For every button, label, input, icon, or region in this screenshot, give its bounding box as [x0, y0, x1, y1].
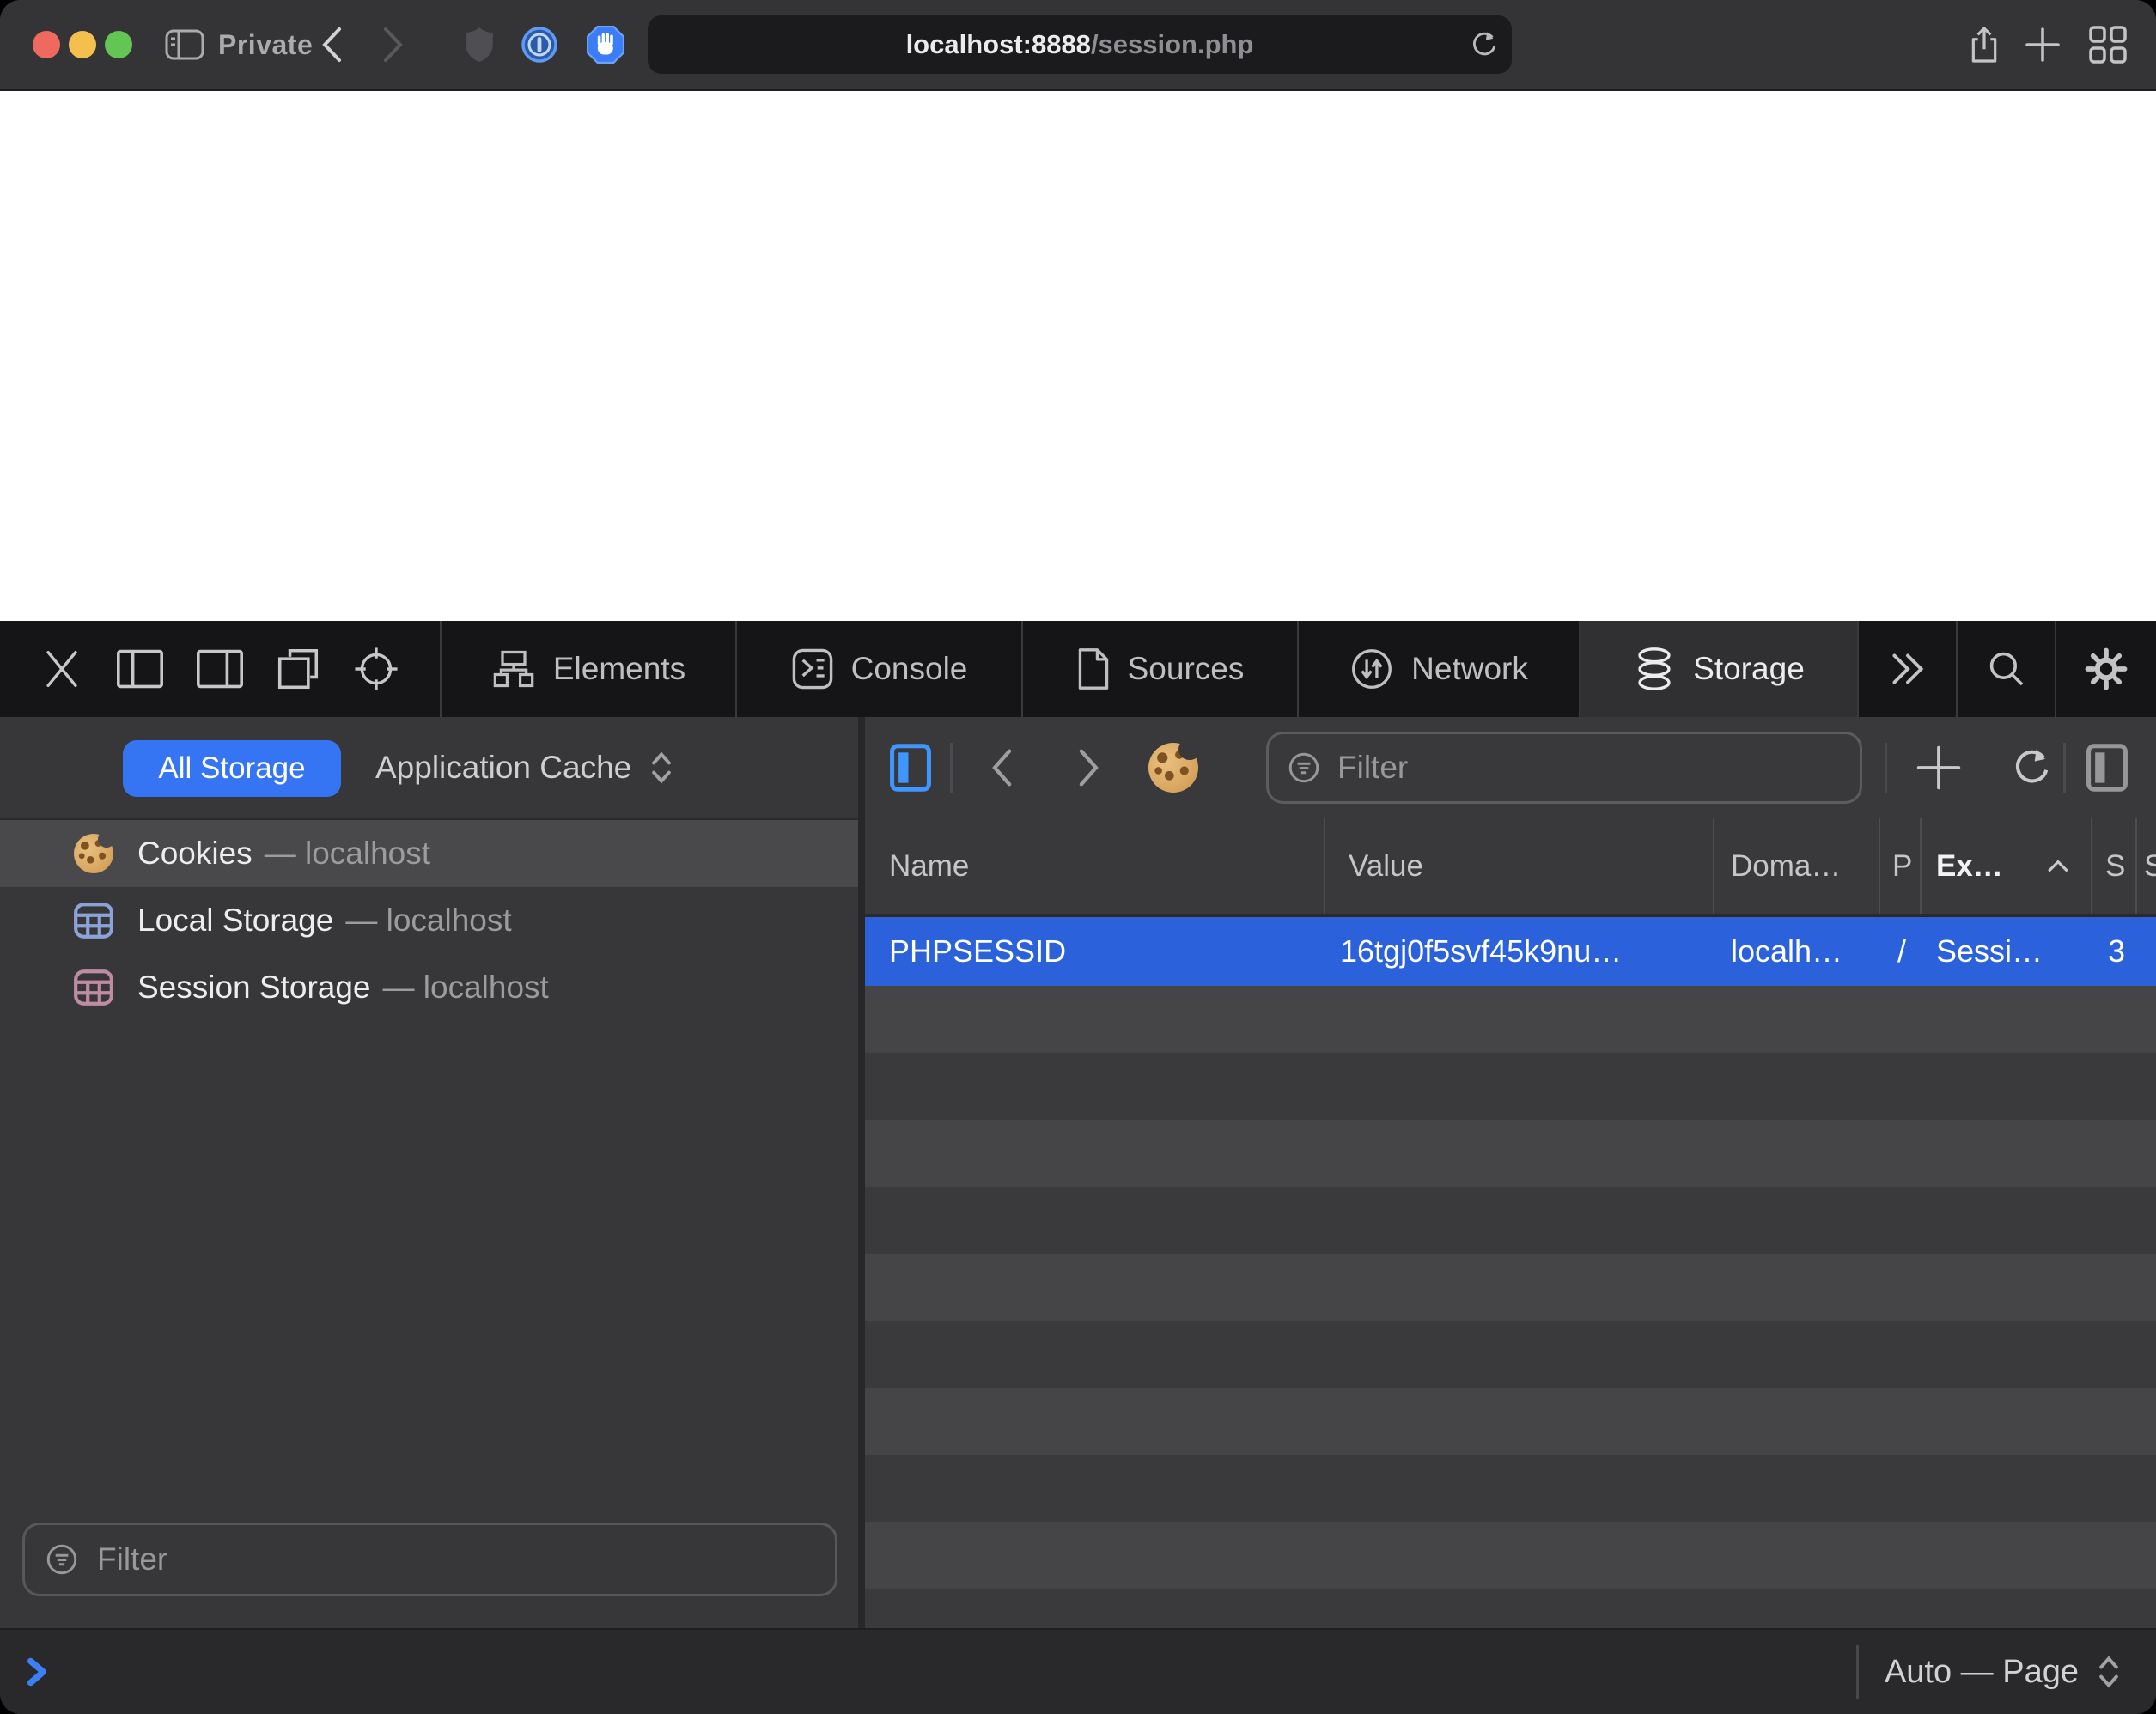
- stepper-icon: [650, 751, 673, 785]
- detach-window-icon[interactable]: [276, 647, 320, 691]
- quick-console-icon[interactable]: [22, 1654, 52, 1690]
- toolbar-separator: [1885, 743, 1887, 793]
- cell-expires: Sessi…: [1922, 933, 2092, 969]
- tab-sources[interactable]: Sources: [1023, 621, 1299, 717]
- safari-window: Private: [0, 0, 2156, 1714]
- private-browsing-badge[interactable]: Private: [165, 0, 313, 89]
- minimize-window-button[interactable]: [69, 31, 96, 58]
- content-blocker-hand-icon[interactable]: [581, 0, 630, 89]
- history-forward-icon[interactable]: [1075, 717, 1104, 818]
- share-icon[interactable]: [1960, 0, 2008, 89]
- sort-ascending-icon: [2046, 859, 2070, 874]
- sidebar-toggle-icon: [165, 29, 204, 60]
- close-window-button[interactable]: [33, 31, 60, 58]
- private-label: Private: [218, 29, 313, 61]
- reload-icon[interactable]: [1467, 28, 1500, 61]
- column-header-value[interactable]: Value: [1325, 818, 1714, 914]
- column-header-name[interactable]: Name: [865, 818, 1325, 914]
- tab-label: Network: [1411, 651, 1528, 687]
- cookies-toolbar: Filter: [865, 717, 2156, 818]
- table-filter-input[interactable]: Filter: [1266, 732, 1862, 804]
- cell-domain: localh…: [1714, 933, 1880, 969]
- url-path: /session.php: [1091, 29, 1253, 60]
- column-header-secure[interactable]: S: [2137, 818, 2156, 914]
- session-storage-icon: [72, 966, 115, 1009]
- application-cache-dropdown[interactable]: Application Cache: [375, 717, 673, 818]
- more-tabs-button[interactable]: [1859, 621, 1958, 717]
- cookies-panel: Filter: [865, 717, 2156, 1628]
- tab-storage[interactable]: Storage: [1580, 621, 1859, 717]
- tab-console[interactable]: Console: [737, 621, 1023, 717]
- cookie-row-phpsessid[interactable]: PHPSESSID 16tgj0f5svf45k9nu… localh… / S…: [865, 917, 2156, 986]
- devtools-status-bar: Auto — Page: [0, 1628, 2156, 1714]
- dock-side-icon[interactable]: [116, 648, 164, 690]
- forward-button[interactable]: [371, 0, 416, 89]
- storage-sidebar: All Storage Application Cache Cookies — …: [0, 717, 858, 1628]
- details-sidebar-toggle-icon[interactable]: [2085, 717, 2129, 818]
- storage-sidebar-header: All Storage Application Cache: [0, 717, 858, 820]
- filter-icon: [1286, 750, 1322, 786]
- tab-overview-icon[interactable]: [2082, 0, 2134, 89]
- tab-label: Console: [851, 651, 968, 687]
- sidebar-item-session-storage[interactable]: Session Storage — localhost: [0, 954, 858, 1021]
- sidebar-filter-input[interactable]: Filter: [22, 1523, 837, 1596]
- tab-label: Elements: [553, 651, 685, 687]
- empty-table-rows: [865, 986, 2156, 1628]
- cookies-scope-icon[interactable]: [1148, 717, 1198, 818]
- shield-icon[interactable]: [455, 0, 503, 89]
- table-header-row: Name Value Doma… P Ex… S S: [865, 818, 2156, 917]
- url-host: localhost:8888: [906, 29, 1091, 60]
- toolbar-separator: [2063, 743, 2066, 793]
- tab-network[interactable]: Network: [1299, 621, 1580, 717]
- stepper-icon: [2098, 1655, 2120, 1689]
- all-storage-button[interactable]: All Storage: [123, 740, 341, 797]
- refresh-icon[interactable]: [2007, 717, 2054, 818]
- history-back-icon[interactable]: [987, 717, 1016, 818]
- local-storage-icon: [72, 899, 115, 942]
- cell-name: PHPSESSID: [865, 933, 1325, 969]
- toolbar-separator: [950, 743, 953, 793]
- add-cookie-icon[interactable]: [1915, 717, 1963, 818]
- devtools-content: All Storage Application Cache Cookies — …: [0, 717, 2156, 1628]
- tab-elements[interactable]: Elements: [442, 621, 737, 717]
- inspect-target-selector[interactable]: Auto — Page: [1856, 1645, 2156, 1699]
- sidebar-item-local-storage[interactable]: Local Storage — localhost: [0, 887, 858, 954]
- dock-bottom-icon[interactable]: [196, 648, 244, 690]
- element-picker-icon[interactable]: [353, 646, 399, 692]
- zoom-window-button[interactable]: [105, 31, 132, 58]
- sidebar-item-cookies[interactable]: Cookies — localhost: [0, 820, 858, 887]
- column-header-size[interactable]: S: [2092, 818, 2137, 914]
- devtools-controls: [0, 621, 442, 717]
- password-extension-icon[interactable]: [515, 0, 563, 89]
- close-devtools-icon[interactable]: [40, 647, 83, 690]
- web-page-viewport: [0, 91, 2156, 621]
- statusbar-separator: [1856, 1645, 1859, 1699]
- column-header-domain[interactable]: Doma…: [1714, 818, 1880, 914]
- column-header-path[interactable]: P: [1880, 818, 1922, 914]
- cell-path: /: [1880, 933, 1922, 969]
- column-header-expires[interactable]: Ex…: [1922, 818, 2092, 914]
- filter-icon: [44, 1541, 80, 1577]
- tab-label: Sources: [1128, 651, 1245, 687]
- search-icon[interactable]: [1958, 621, 2056, 717]
- back-button[interactable]: [309, 0, 354, 89]
- address-bar[interactable]: localhost:8888/session.php: [648, 15, 1512, 74]
- cell-value: 16tgj0f5svf45k9nu…: [1325, 933, 1714, 969]
- devtools-tab-bar: Elements Console Sources Network Storage: [0, 621, 2156, 717]
- tab-label: Storage: [1693, 651, 1805, 687]
- cookie-icon: [72, 832, 115, 875]
- cell-size: 3: [2092, 933, 2137, 969]
- settings-gear-icon[interactable]: [2056, 621, 2156, 717]
- panel-splitter[interactable]: [858, 717, 865, 1628]
- browser-toolbar: Private: [0, 0, 2156, 91]
- navigation-sidebar-toggle-icon[interactable]: [888, 717, 933, 818]
- new-tab-icon[interactable]: [2019, 0, 2067, 89]
